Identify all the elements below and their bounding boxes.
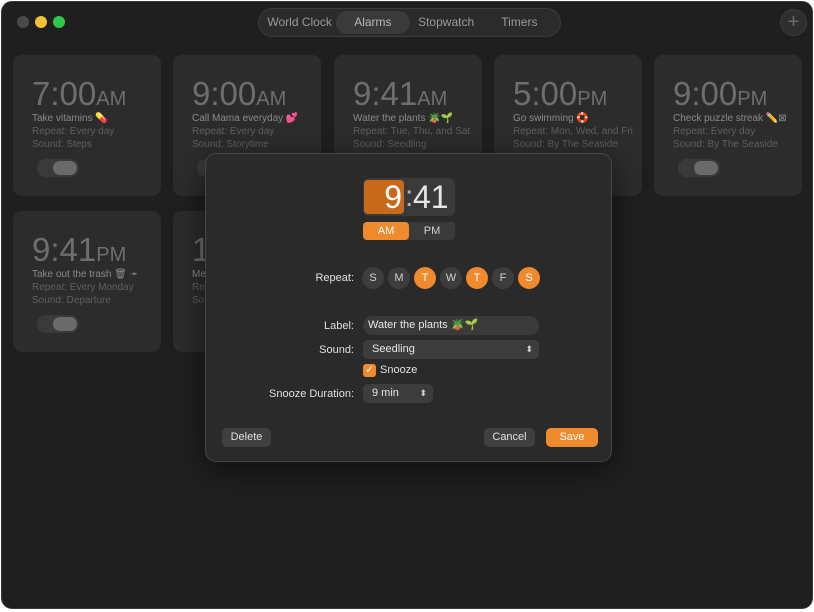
alarm-time: 7:00AM [32,75,127,112]
alarm-label: Go swimming 🛟 [513,113,589,124]
alarm-label: Me [192,269,206,280]
day-wednesday[interactable]: W [440,267,462,289]
alarm-repeat: Repeat: Every day [673,126,756,137]
checkmark-icon: ✓ [364,364,375,376]
day-thursday[interactable]: T [466,267,488,289]
label-input[interactable]: Water the plants 🪴🌱 [363,316,539,335]
repeat-label: Repeat: [315,272,354,284]
alarm-sound: Sound: Storytime [192,139,269,150]
day-tuesday[interactable]: T [414,267,436,289]
alarm-time: 9:41PM [32,231,127,268]
cancel-button[interactable]: Cancel [484,428,535,447]
am-segment[interactable]: AM [363,222,409,240]
minimize-window-button[interactable] [35,16,47,28]
snooze-duration-value: 9 min [372,387,399,399]
alarm-time: 9:00AM [192,75,287,112]
alarm-label: Water the plants 🪴🌱 [353,113,454,124]
day-sunday[interactable]: S [362,267,384,289]
chevron-up-down-icon: ⬍ [525,344,533,354]
alarm-card[interactable]: 9:41PM Take out the trash 🗑 ➛ Repeat: Ev… [13,211,161,352]
sound-label: Sound: [319,344,354,356]
alarm-card[interactable]: 7:00AM Take vitamins 💊 Repeat: Every day… [13,55,161,196]
alarm-label: Take vitamins 💊 [32,113,108,124]
am-pm-segmented-control[interactable]: AM PM [363,222,455,240]
hour-field[interactable]: 9 [364,180,404,214]
sound-value: Seedling [372,343,415,355]
clock-window: World Clock Alarms Stopwatch Timers + 7:… [1,1,813,609]
alarm-sound: Sound: By The Seaside [513,139,618,150]
alarm-label: Check puzzle streak ✏️⊠ [673,113,787,124]
tab-alarms[interactable]: Alarms [336,11,410,34]
alarm-sound: Sound: Departure [32,295,111,306]
day-friday[interactable]: F [492,267,514,289]
tab-timers[interactable]: Timers [483,11,556,34]
alarm-label: Call Mama everyday 💕 [192,113,299,124]
snooze-label: Snooze [380,364,418,376]
repeat-days: S M T W T F S [362,267,540,289]
day-monday[interactable]: M [388,267,410,289]
zoom-window-button[interactable] [53,16,65,28]
tab-stopwatch[interactable]: Stopwatch [410,11,483,34]
snooze-duration-select[interactable]: 9 min ⬍ [363,384,433,403]
snooze-checkbox[interactable]: ✓ [363,364,376,377]
alarm-toggle[interactable] [37,315,79,333]
alarm-sound: So [192,295,205,306]
chevron-up-down-icon: ⬍ [419,388,427,398]
alarm-time: 5:00PM [513,75,608,112]
sound-select[interactable]: Seedling ⬍ [363,340,539,359]
alarm-repeat: Repeat: Mon, Wed, and Fri [513,126,633,137]
alarm-repeat: Repeat: Every day [32,126,115,137]
snooze-duration-label: Snooze Duration: [269,388,354,400]
alarm-time: 9:00PM [673,75,768,112]
alarm-repeat: Repeat: Every day [192,126,275,137]
tab-world-clock[interactable]: World Clock [263,11,336,34]
alarm-sound: Sound: Steps [32,139,93,150]
close-window-button[interactable] [17,16,29,28]
alarm-repeat: Repeat: Tue, Thu, and Sat [353,126,471,137]
tab-bar: World Clock Alarms Stopwatch Timers [258,8,561,37]
pm-segment[interactable]: PM [409,222,455,240]
alarm-time: 9:41AM [353,75,448,112]
alarm-repeat: Re [192,282,205,293]
alarm-toggle[interactable] [678,159,720,177]
minutes-field[interactable]: 41 [413,180,449,214]
delete-button[interactable]: Delete [222,428,271,447]
time-picker[interactable]: 9 : 41 [363,178,455,216]
alarm-repeat: Repeat: Every Monday [32,282,134,293]
alarm-sound: Sound: Seedling [353,139,427,150]
alarm-label: Take out the trash 🗑 ➛ [32,269,139,280]
day-saturday[interactable]: S [518,267,540,289]
alarm-sound: Sound: By The Seaside [673,139,778,150]
label-field-label: Label: [324,320,354,332]
add-alarm-button[interactable]: + [780,9,807,36]
save-button[interactable]: Save [546,428,598,447]
alarm-card[interactable]: 9:00PM Check puzzle streak ✏️⊠ Repeat: E… [654,55,802,196]
alarm-toggle[interactable] [37,159,79,177]
edit-alarm-sheet: 9 : 41 AM PM Repeat: S M T W T F S Label… [205,153,612,462]
